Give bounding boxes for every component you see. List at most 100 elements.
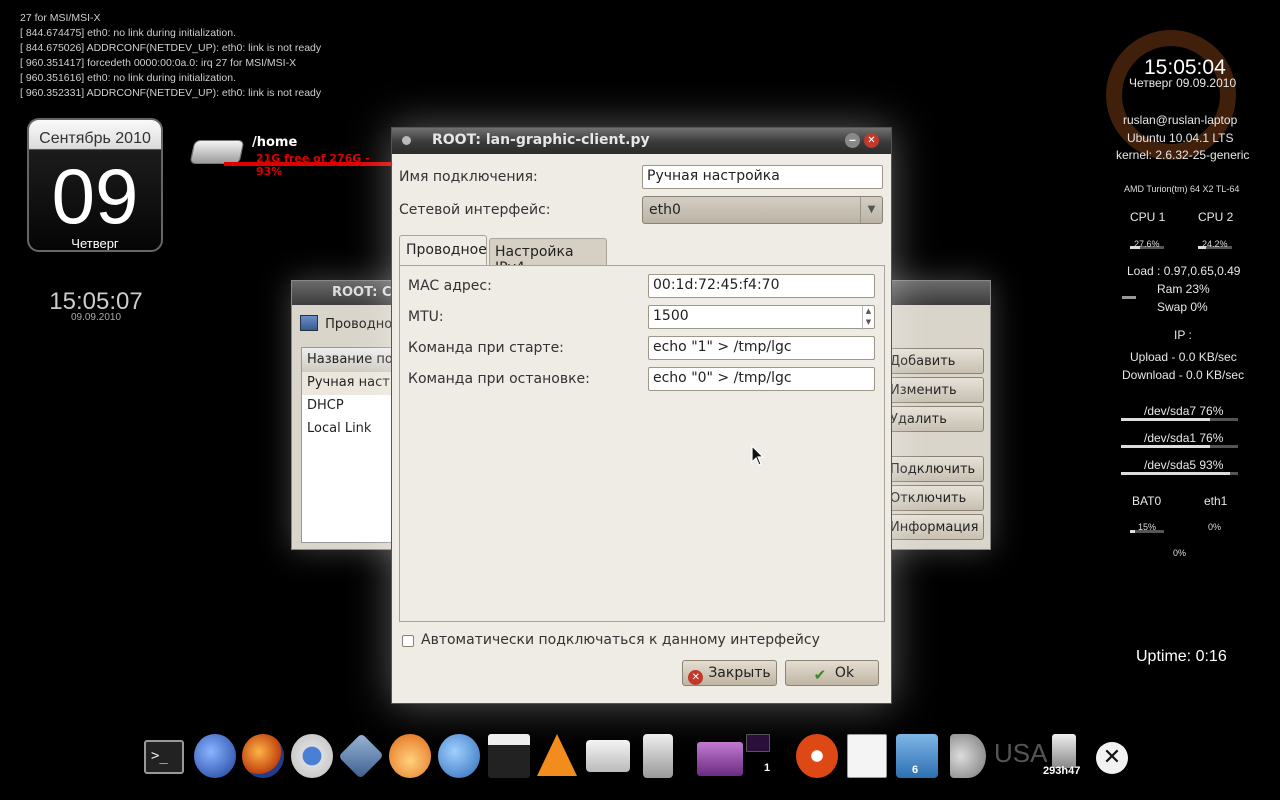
system-monitor: 15:05:04 Четверг 09.09.2010 ruslan@rusla… — [1104, 0, 1280, 700]
disk-bar-fill — [1121, 418, 1210, 421]
trash-badge: 6 — [912, 764, 919, 776]
stop-cmd-input[interactable]: echo "0" > /tmp/lgc — [648, 367, 875, 391]
ok-button[interactable]: ✔ Ok — [785, 660, 879, 686]
window-menu-icon[interactable] — [402, 136, 411, 145]
sysmon-cpu1-value: 27.6% — [1134, 239, 1160, 249]
workspace-mini-icon[interactable] — [746, 734, 770, 752]
logout-icon[interactable]: ✕ — [1096, 742, 1128, 774]
sysmon-eth-value: 0% — [1208, 522, 1222, 532]
burner-icon[interactable] — [389, 734, 431, 778]
video-editor-icon[interactable] — [488, 734, 530, 778]
dmesg-line: [ 960.351616] eth0: no link during initi… — [20, 72, 236, 84]
sysmon-eth-label: eth1 — [1204, 494, 1228, 508]
battery-icon[interactable] — [1052, 734, 1076, 768]
firefox-icon[interactable] — [242, 734, 284, 778]
drive-path: /home — [252, 135, 298, 150]
tab-ipv4[interactable]: Настройка IPv4 — [489, 238, 607, 276]
close-button-label: Закрыть — [708, 665, 771, 681]
autoconnect-checkbox[interactable] — [402, 635, 414, 647]
dialog-title: ROOT: lan-graphic-client.py — [432, 132, 650, 148]
chevron-down-icon[interactable]: ▼ — [860, 197, 882, 223]
disk-bar-fill — [1121, 445, 1210, 448]
virtualbox-icon[interactable] — [338, 733, 384, 779]
start-cmd-input[interactable]: echo "1" > /tmp/lgc — [648, 336, 875, 360]
dmesg-line: [ 844.675026] ADDRCONF(NETDEV_UP): eth0:… — [20, 42, 322, 54]
sysmon-ram: Ram 23% — [1157, 282, 1210, 296]
start-cmd-label: Команда при старте: — [408, 340, 564, 356]
add-button[interactable]: Добавить — [884, 348, 984, 374]
connection-list[interactable]: Название по Ручная наст DHCP Local Link — [301, 347, 401, 543]
mouse-cursor-icon — [751, 445, 765, 466]
list-header[interactable]: Название по — [302, 348, 400, 372]
text-editor-icon[interactable] — [847, 734, 887, 778]
sysmon-bat-value: 15% — [1138, 522, 1157, 532]
chromium-icon[interactable] — [291, 734, 333, 778]
dock: >_ 1 6 USA 293h47 ✕ — [144, 733, 1140, 786]
connect-button[interactable]: Подключить — [884, 456, 984, 482]
sysmon-ip: IP : — [1174, 328, 1192, 342]
wired-tab[interactable]: Проводно — [300, 315, 392, 332]
workspace-badge: 1 — [764, 762, 771, 774]
delete-button[interactable]: Удалить — [884, 406, 984, 432]
sysmon-cpu-model: AMD Turion(tm) 64 X2 TL-64 — [1124, 184, 1240, 194]
close-button[interactable]: ✕ Закрыть — [682, 660, 777, 686]
sysmon-cpu2-label: CPU 2 — [1198, 210, 1234, 224]
desktop-date: 09.09.2010 — [70, 312, 122, 323]
conn-name-input[interactable]: Ручная настройка — [642, 165, 883, 189]
dmesg-line: 27 for MSI/MSI-X — [20, 12, 101, 24]
connection-edit-dialog[interactable]: ROOT: lan-graphic-client.py ‒ ✕ Имя подк… — [391, 127, 892, 704]
terminal-icon[interactable]: >_ — [144, 740, 184, 774]
sysmon-load: Load : 0.97,0.65,0.49 — [1127, 264, 1241, 278]
calendar-day: 09 — [51, 152, 139, 240]
uptime-label: Uptime: — [1136, 648, 1192, 665]
volume-icon[interactable] — [950, 734, 986, 778]
info-button[interactable]: Информация — [884, 514, 984, 540]
uptime-value: 0:16 — [1195, 648, 1227, 665]
iface-select[interactable]: eth0 ▼ — [642, 196, 883, 224]
ubuntu-menu-icon[interactable] — [796, 734, 838, 778]
vlc-icon[interactable] — [537, 734, 577, 776]
disk-label: /dev/sda7 76% — [1144, 404, 1224, 418]
hard-disk-icon[interactable] — [643, 734, 673, 778]
edit-button[interactable]: Изменить — [884, 377, 984, 403]
dialog-titlebar[interactable]: ROOT: lan-graphic-client.py ‒ ✕ — [392, 128, 891, 154]
ram-bar — [1122, 296, 1136, 299]
autoconnect-label[interactable]: Автоматически подключаться к данному инт… — [421, 632, 820, 648]
disk-bar — [1121, 445, 1238, 448]
keyboard-layout[interactable]: USA — [994, 738, 1047, 769]
network-globe-icon[interactable] — [194, 734, 236, 778]
mac-input[interactable]: 00:1d:72:45:f4:70 — [648, 274, 875, 298]
minimize-icon[interactable]: ‒ — [845, 133, 860, 148]
close-icon[interactable]: ✕ — [864, 133, 879, 148]
wired-tab-label: Проводно — [325, 317, 393, 332]
mtu-spin-arrows[interactable]: ▲ ▼ — [862, 306, 874, 330]
list-item[interactable]: DHCP — [302, 395, 400, 418]
sysmon-user: ruslan@ruslan-laptop — [1123, 113, 1238, 127]
hard-drive-icon — [189, 140, 245, 164]
uptime: Uptime: 0:16 — [1136, 648, 1227, 666]
tab-wired[interactable]: Проводное — [399, 235, 487, 266]
disconnect-button[interactable]: Отключить — [884, 485, 984, 511]
disk-bar-fill — [1121, 472, 1230, 475]
sysmon-bat-label: BAT0 — [1132, 494, 1162, 508]
network-icon — [300, 315, 318, 331]
iface-select-value: eth0 — [649, 202, 681, 218]
sysmon-kernel: kernel: 2.6.32-25-generic — [1116, 148, 1250, 162]
dmesg-log: 27 for MSI/MSI-X [ 844.674475] eth0: no … — [20, 11, 321, 101]
list-item[interactable]: Ручная наст — [302, 372, 400, 395]
calendar-widget: Сентябрь 2010 09 Четверг — [27, 118, 163, 252]
mplayer-icon[interactable] — [586, 740, 630, 772]
dmesg-line: [ 960.352331] ADDRCONF(NETDEV_UP): eth0:… — [20, 87, 322, 99]
workspace-switcher-icon[interactable] — [697, 742, 743, 776]
mtu-label: MTU: — [408, 309, 444, 325]
list-item[interactable]: Local Link — [302, 418, 400, 441]
conn-name-label: Имя подключения: — [399, 169, 538, 185]
battery-time: 293h47 — [1043, 765, 1081, 777]
mtu-spinbutton[interactable]: 1500 ▲ ▼ — [648, 305, 875, 330]
sysmon-cpu1-label: CPU 1 — [1130, 210, 1166, 224]
wired-tab-panel: MAC адрес: 00:1d:72:45:f4:70 MTU: 1500 ▲… — [399, 265, 885, 622]
close-icon: ✕ — [688, 670, 704, 685]
stop-cmd-label: Команда при остановке: — [408, 371, 590, 387]
messenger-icon[interactable] — [438, 734, 480, 778]
disk-bar — [1121, 472, 1238, 475]
